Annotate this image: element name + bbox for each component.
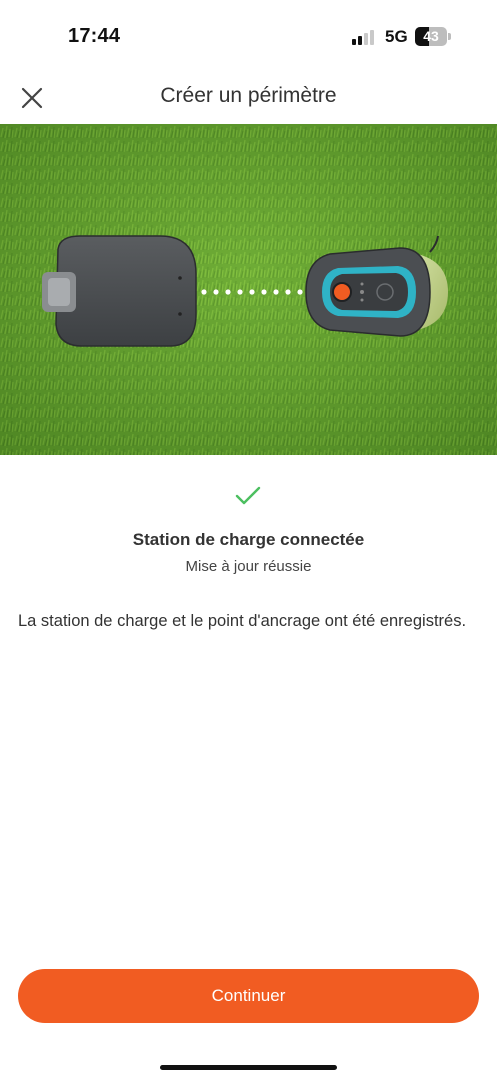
- battery-icon: 43: [415, 27, 451, 46]
- checkmark-icon: [235, 486, 261, 505]
- charging-station-image: [42, 235, 197, 347]
- status-bar: 17:44 5G 43: [0, 0, 497, 70]
- status-title: Station de charge connectée: [132, 530, 365, 549]
- description-text: La station de charge et le point d'ancra…: [18, 612, 467, 630]
- home-indicator[interactable]: [160, 1065, 337, 1070]
- battery-level: 43: [423, 28, 439, 44]
- page-title: Créer un périmètre: [160, 84, 337, 107]
- status-time: 17:44: [68, 25, 121, 47]
- header: Créer un périmètre: [0, 70, 497, 124]
- status-subtitle: Mise à jour réussie: [185, 558, 312, 575]
- continue-button[interactable]: Continuer: [18, 969, 479, 1023]
- signal-strength-icon: [352, 29, 378, 45]
- network-type: 5G: [385, 27, 408, 46]
- hero-illustration: [0, 124, 497, 455]
- connection-dots: [201, 289, 303, 295]
